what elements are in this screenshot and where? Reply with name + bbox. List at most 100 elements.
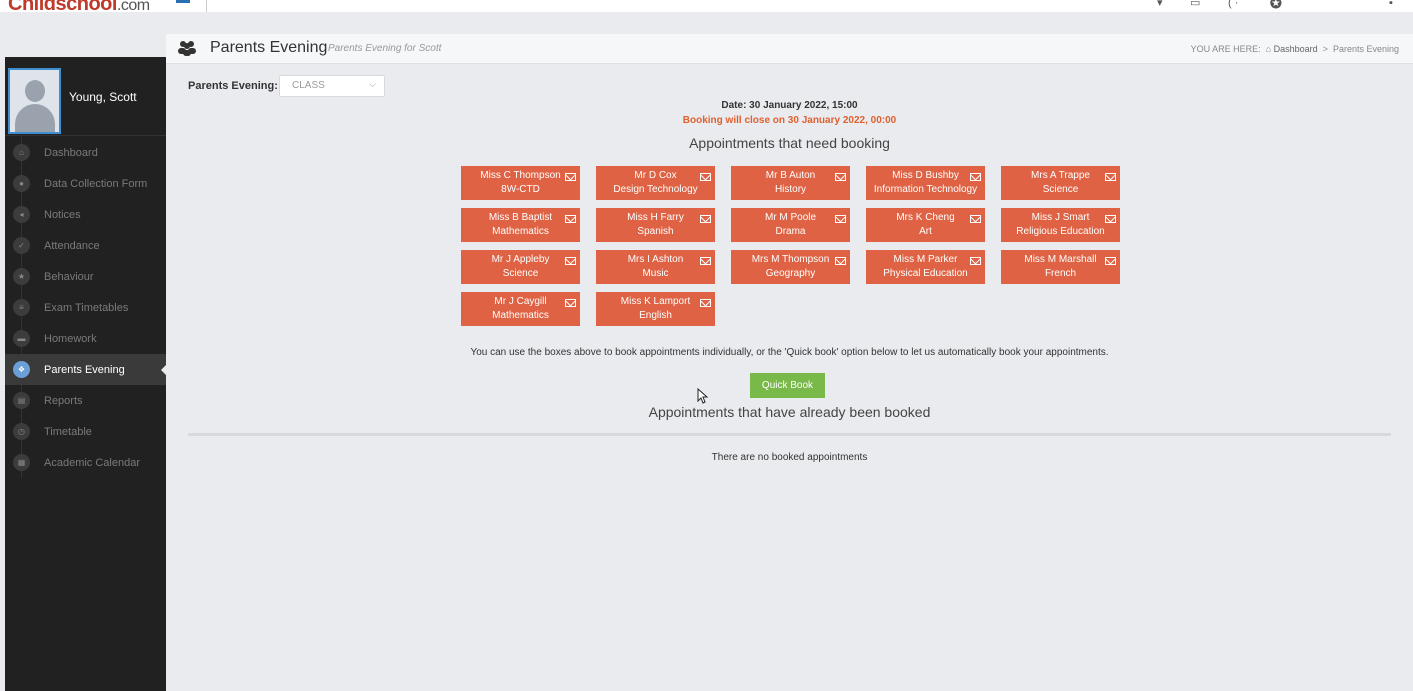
teacher-name: Miss M Parker <box>893 254 958 265</box>
envelope-icon[interactable] <box>700 173 711 181</box>
sidebar-item-data-collection-form[interactable]: ● Data Collection Form <box>5 168 166 199</box>
site-logo[interactable]: Childschool.com <box>8 0 150 12</box>
envelope-icon[interactable] <box>700 257 711 265</box>
breadcrumb-current: Parents Evening <box>1332 44 1399 54</box>
event-date: Date: 30 January 2022, 15:00 <box>721 100 858 111</box>
sidebar-item-label: Data Collection Form <box>44 177 148 190</box>
booked-heading: Appointments that have already been book… <box>648 404 931 420</box>
appointment-button[interactable]: Miss M Parker Physical Education <box>866 250 985 284</box>
teacher-name: Miss C Thompson <box>480 170 561 181</box>
appointment-button[interactable]: Mr J Appleby Science <box>461 250 580 284</box>
appointment-button[interactable]: Mrs A Trappe Science <box>1001 166 1120 200</box>
megaphone-icon: ◂ <box>13 206 30 223</box>
appointment-button[interactable]: Mrs I Ashton Music <box>596 250 715 284</box>
appointment-button[interactable]: Mrs M Thompson Geography <box>731 250 850 284</box>
sidebar-item-attendance[interactable]: ✓ Attendance <box>5 230 166 261</box>
sidebar: Young, Scott ⌂ Dashboard ● Data Collection … <box>5 57 167 691</box>
appointment-button[interactable]: Mr J Caygill Mathematics <box>461 292 580 326</box>
appointment-button[interactable]: Mrs K Cheng Art <box>866 208 985 242</box>
envelope-icon[interactable] <box>835 215 846 223</box>
envelope-icon[interactable] <box>565 215 576 223</box>
subject-name: Physical Education <box>883 268 968 279</box>
envelope-icon[interactable] <box>1105 215 1116 223</box>
envelope-icon[interactable] <box>565 173 576 181</box>
list-icon: ≡ <box>13 299 30 316</box>
help-text: You can use the boxes above to book appo… <box>470 347 1109 358</box>
subject-name: Science <box>1042 184 1079 195</box>
subject-name: Science <box>502 268 539 279</box>
sidebar-nav: ⌂ Dashboard ● Data Collection Form ◂ Notices ✓… <box>5 137 167 478</box>
sidebar-item-label: Parents Evening <box>44 363 125 376</box>
teacher-name: Mr J Appleby <box>491 254 550 265</box>
check-icon: ✓ <box>13 237 30 254</box>
phone-icon[interactable]: ( · <box>1228 0 1238 10</box>
teacher-name: Miss B Baptist <box>488 212 553 223</box>
document-icon: ▤ <box>13 392 30 409</box>
notification-icon[interactable]: ▾ <box>1157 0 1163 10</box>
teacher-name: Mr M Poole <box>764 212 817 223</box>
teacher-name: Miss K Lamport <box>620 296 691 307</box>
sidebar-item-parents-evening[interactable]: ❖ Parents Evening <box>5 354 167 385</box>
envelope-icon[interactable] <box>970 215 981 223</box>
envelope-icon[interactable] <box>565 299 576 307</box>
envelope-icon[interactable] <box>1105 173 1116 181</box>
appointment-button[interactable]: Miss B Baptist Mathematics <box>461 208 580 242</box>
envelope-icon[interactable] <box>1105 257 1116 265</box>
mail-icon[interactable]: ▭ <box>1190 0 1200 10</box>
quick-book-button[interactable]: Quick Book <box>750 373 825 398</box>
envelope-icon[interactable] <box>970 173 981 181</box>
booking-close-note: Booking will close on 30 January 2022, 0… <box>682 115 897 126</box>
appointment-button[interactable]: Miss H Farry Spanish <box>596 208 715 242</box>
envelope-icon[interactable] <box>835 173 846 181</box>
top-bar: Childschool.com ▾ ▭ ( · ✪ ▪ <box>0 0 1413 12</box>
appointment-button[interactable]: Miss J Smart Religious Education <box>1001 208 1120 242</box>
sidebar-item-academic-calendar[interactable]: ▦ Academic Calendar <box>5 447 166 478</box>
sidebar-item-notices[interactable]: ◂ Notices <box>5 199 166 230</box>
logo-main: Childschool <box>8 0 117 12</box>
subject-name: Mathematics <box>492 310 549 321</box>
sidebar-item-timetable[interactable]: ◷ Timetable <box>5 416 166 447</box>
appointment-button[interactable]: Miss K Lamport English <box>596 292 715 326</box>
settings-icon[interactable]: ✪ <box>1270 0 1282 10</box>
envelope-icon[interactable] <box>700 215 711 223</box>
sidebar-item-dashboard[interactable]: ⌂ Dashboard <box>5 137 166 168</box>
teacher-name: Mr B Auton <box>765 170 816 181</box>
user-icon: ● <box>13 175 30 192</box>
appointment-button[interactable]: Mr M Poole Drama <box>731 208 850 242</box>
sidebar-item-behaviour[interactable]: ★ Behaviour <box>5 261 166 292</box>
sidebar-item-label: Reports <box>44 394 83 407</box>
star-icon: ★ <box>13 268 30 285</box>
group-icon <box>178 41 196 56</box>
subject-name: Geography <box>765 268 816 279</box>
envelope-icon[interactable] <box>700 299 711 307</box>
logo-suffix: .com <box>116 0 150 12</box>
breadcrumb: YOU ARE HERE: ⌂ Dashboard > Parents Even… <box>1191 44 1399 54</box>
sidebar-item-label: Timetable <box>44 425 92 438</box>
teacher-name: Mrs A Trappe <box>1031 170 1090 181</box>
sidebar-item-exam-timetables[interactable]: ≡ Exam Timetables <box>5 292 166 323</box>
envelope-icon[interactable] <box>970 257 981 265</box>
group-icon: ❖ <box>13 361 30 378</box>
teacher-name: Miss H Farry <box>627 212 684 223</box>
briefcase-icon: ▬ <box>13 330 30 347</box>
sidebar-item-homework[interactable]: ▬ Homework <box>5 323 166 354</box>
subject-name: English <box>639 310 672 321</box>
sidebar-item-label: Academic Calendar <box>44 456 140 469</box>
appointment-button[interactable]: Mr B Auton History <box>731 166 850 200</box>
envelope-icon[interactable] <box>565 257 576 265</box>
envelope-icon[interactable] <box>835 257 846 265</box>
appointment-button[interactable]: Miss C Thompson 8W-CTD <box>461 166 580 200</box>
breadcrumb-prefix: YOU ARE HERE: <box>1190 44 1261 54</box>
user-menu-icon[interactable]: ▪ <box>1389 0 1393 10</box>
breadcrumb-separator: > <box>1322 44 1328 54</box>
appointment-button[interactable]: Miss D Bushby Information Technology <box>866 166 985 200</box>
menu-toggle-icon[interactable] <box>176 0 190 3</box>
parents-evening-select[interactable]: CLASS ⌵ <box>279 75 385 97</box>
teacher-name: Miss M Marshall <box>1024 254 1097 265</box>
sidebar-item-reports[interactable]: ▤ Reports <box>5 385 166 416</box>
sidebar-item-label: Attendance <box>44 239 100 252</box>
appointment-button[interactable]: Miss M Marshall French <box>1001 250 1120 284</box>
breadcrumb-home-link[interactable]: Dashboard <box>1274 44 1318 54</box>
appointment-button[interactable]: Mr D Cox Design Technology <box>596 166 715 200</box>
sidebar-item-label: Dashboard <box>44 146 98 159</box>
